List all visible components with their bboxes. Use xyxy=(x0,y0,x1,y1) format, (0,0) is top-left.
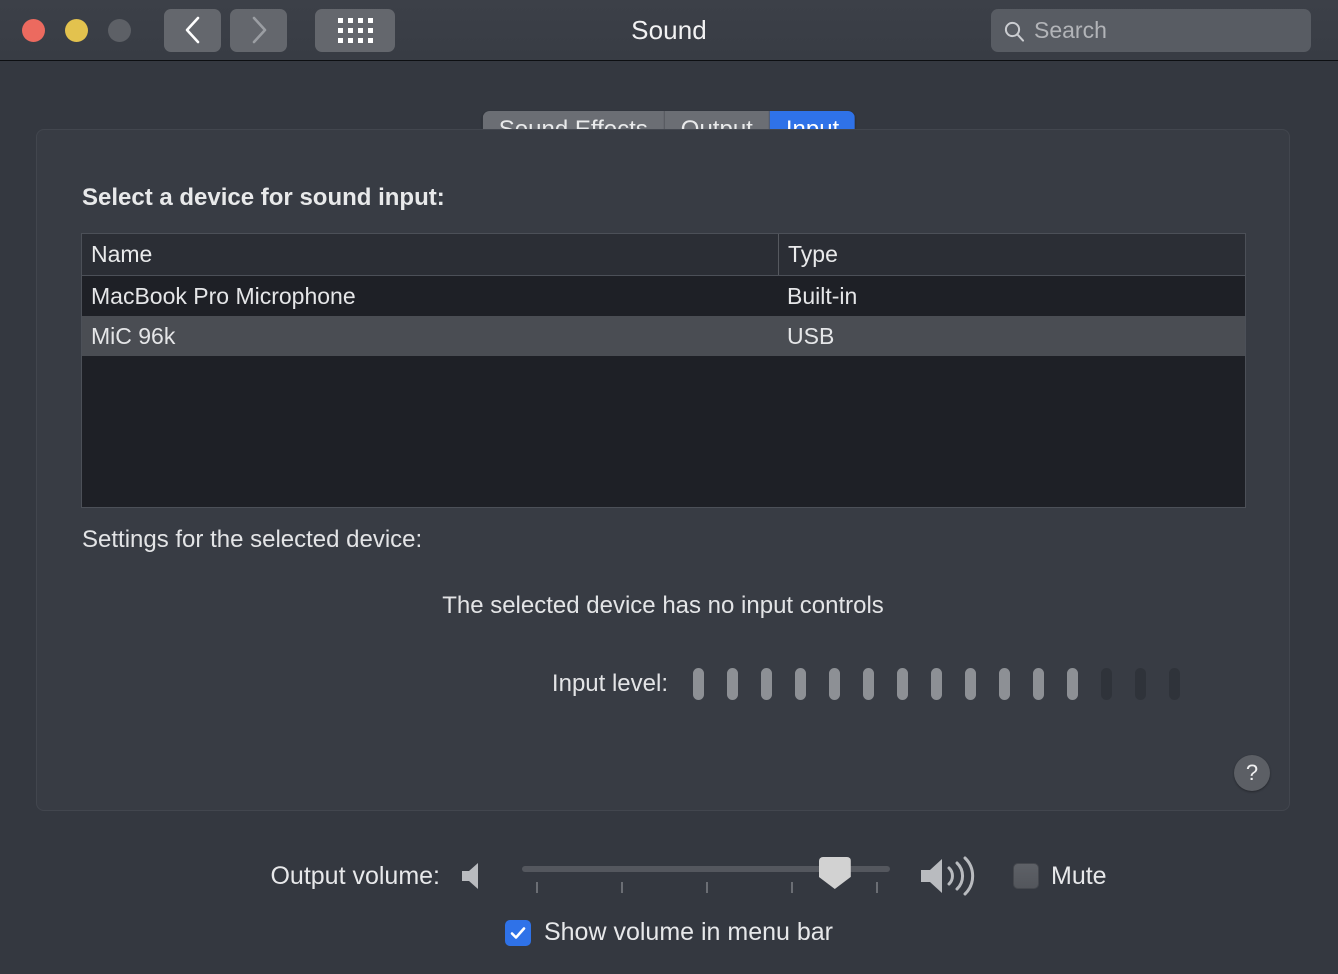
minimize-window-button[interactable] xyxy=(65,18,88,42)
no-input-controls-message: The selected device has no input control… xyxy=(442,592,884,619)
input-settings-panel: Select a device for sound input: Name Ty… xyxy=(36,129,1290,811)
search-placeholder: Search xyxy=(1034,17,1107,43)
device-type: USB xyxy=(787,322,835,349)
output-volume-slider[interactable] xyxy=(522,856,890,896)
meter-segment xyxy=(761,668,772,700)
output-volume-label: Output volume: xyxy=(270,861,440,890)
meter-segment xyxy=(795,668,806,700)
meter-segment xyxy=(999,668,1010,700)
input-level-row: Input level: xyxy=(37,668,1289,700)
meter-segment xyxy=(931,668,942,700)
slider-tick xyxy=(791,882,793,893)
show-all-button[interactable] xyxy=(315,8,395,52)
device-name: MiC 96k xyxy=(91,322,176,349)
meter-segment xyxy=(897,668,908,700)
mute-checkbox[interactable] xyxy=(1013,863,1039,889)
input-device-table[interactable]: Name Type MacBook Pro Microphone Built-i… xyxy=(81,233,1246,508)
slider-tick xyxy=(621,882,623,893)
settings-label: Settings for the selected device: xyxy=(82,526,423,553)
search-field[interactable]: Search xyxy=(991,9,1311,52)
table-header-row: Name Type xyxy=(82,234,1245,276)
table-row[interactable]: MacBook Pro Microphone Built-in xyxy=(82,276,1245,316)
table-row[interactable]: MiC 96k USB xyxy=(82,316,1245,356)
input-level-label: Input level: xyxy=(551,670,668,697)
slider-tick xyxy=(876,882,878,893)
speaker-muted-icon xyxy=(462,863,478,889)
meter-segment xyxy=(1135,668,1146,700)
device-prompt-label: Select a device for sound input: xyxy=(82,184,445,211)
traffic-lights xyxy=(22,18,131,42)
back-button[interactable] xyxy=(164,8,221,52)
device-type: Built-in xyxy=(787,282,858,309)
meter-segment xyxy=(1067,668,1078,700)
show-volume-menubar-checkbox[interactable] xyxy=(504,919,531,946)
meter-segment xyxy=(693,668,704,700)
show-volume-menubar-row[interactable]: Show volume in menu bar xyxy=(0,918,1338,947)
speaker-loud-icon xyxy=(921,856,975,896)
window-titlebar: Sound Search xyxy=(0,0,1338,61)
meter-segment xyxy=(829,668,840,700)
meter-segment xyxy=(863,668,874,700)
checkmark-icon xyxy=(510,926,526,939)
show-volume-menubar-label: Show volume in menu bar xyxy=(543,918,834,946)
output-volume-row: Output volume: Mute xyxy=(0,855,1338,897)
slider-tick xyxy=(706,882,708,893)
column-header-type[interactable]: Type xyxy=(778,234,1245,275)
grid-icon xyxy=(337,17,373,43)
back-chevron-icon xyxy=(185,16,199,44)
forward-button[interactable] xyxy=(230,8,287,52)
device-name: MacBook Pro Microphone xyxy=(91,282,356,309)
meter-segment xyxy=(727,668,738,700)
zoom-window-button xyxy=(108,18,131,42)
forward-chevron-icon xyxy=(252,16,266,44)
meter-segment xyxy=(1169,668,1180,700)
mute-label: Mute xyxy=(1051,861,1107,890)
input-level-meter xyxy=(693,668,1180,700)
navigation-buttons xyxy=(164,8,287,52)
meter-segment xyxy=(965,668,976,700)
meter-segment xyxy=(1101,668,1112,700)
meter-segment xyxy=(1033,668,1044,700)
column-header-name[interactable]: Name xyxy=(82,234,778,275)
slider-tick xyxy=(536,882,538,893)
help-button[interactable]: ? xyxy=(1234,755,1270,791)
mute-control[interactable]: Mute xyxy=(1013,862,1107,891)
search-icon xyxy=(1004,21,1024,42)
close-window-button[interactable] xyxy=(22,18,45,42)
